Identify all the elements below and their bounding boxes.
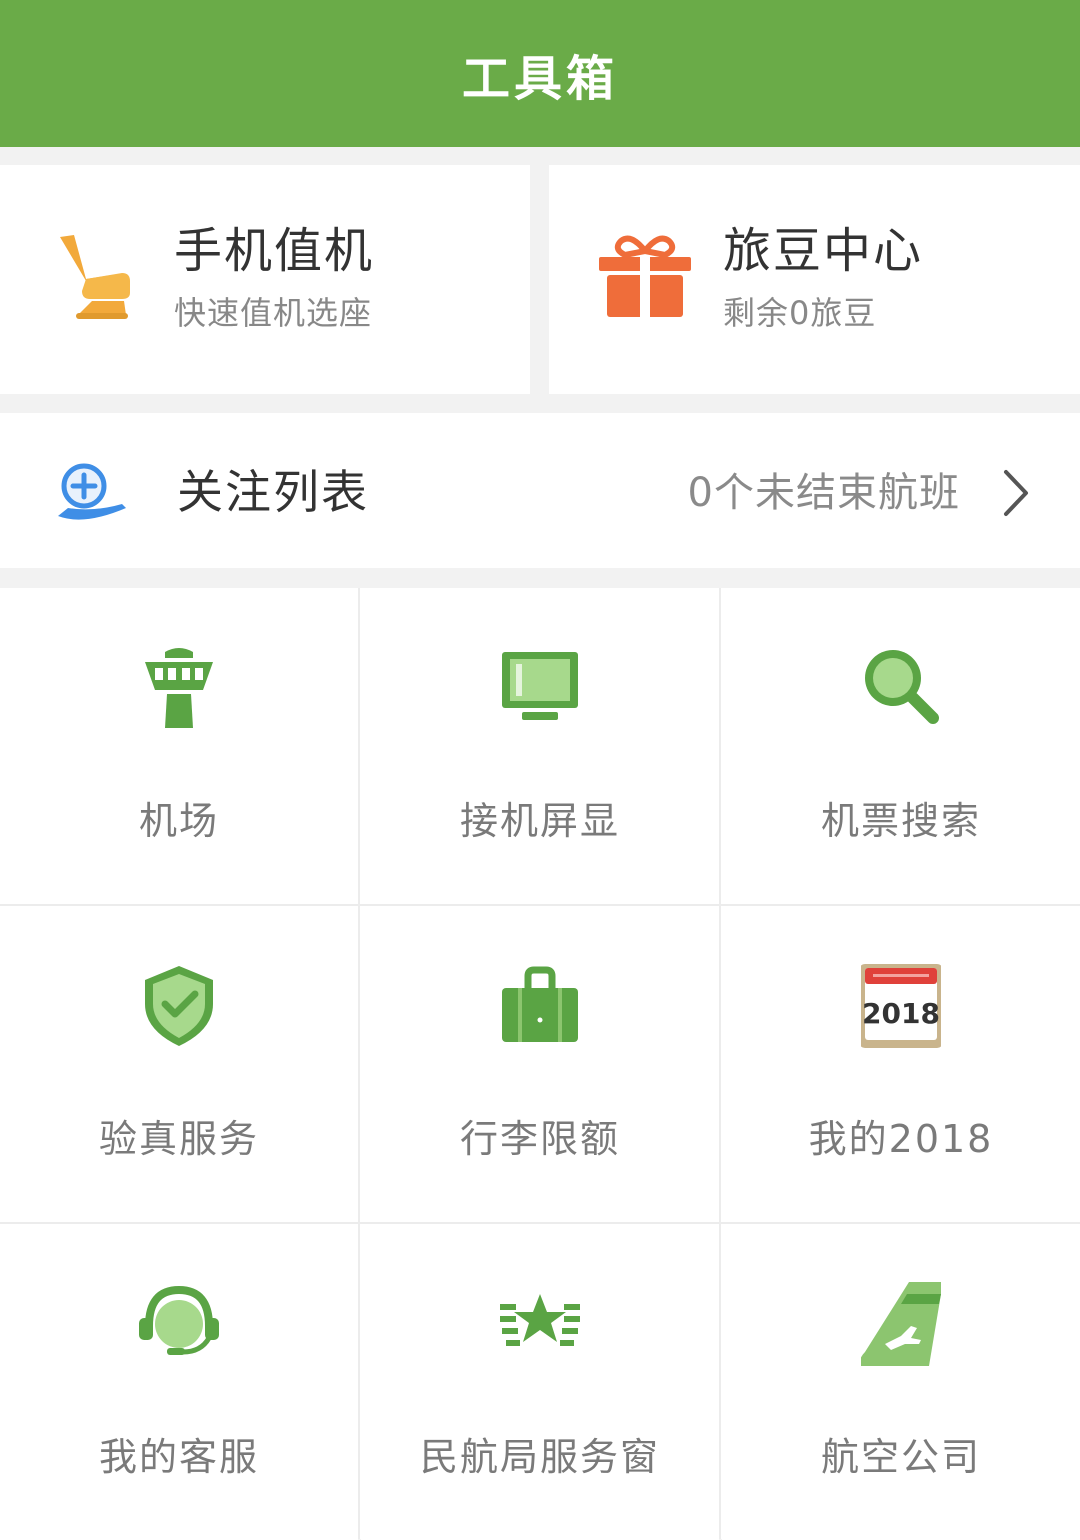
calendar-2018-icon: 2018 xyxy=(861,964,941,1048)
caac-emblem-icon xyxy=(500,1294,580,1346)
control-tower-icon xyxy=(145,648,213,728)
grid-item-verify[interactable]: 验真服务 xyxy=(0,906,358,1222)
checkin-subtitle: 快速值机选座 xyxy=(174,294,373,332)
grid-item-my-2018[interactable]: 2018 我的2018 xyxy=(722,906,1080,1222)
grid-item-label: 机票搜索 xyxy=(820,799,981,843)
grid-item-label: 我的客服 xyxy=(98,1435,259,1479)
grid-item-label: 机场 xyxy=(138,799,219,843)
beans-card[interactable]: 旅豆中心 剩余0旅豆 xyxy=(549,165,1080,394)
grid-divider xyxy=(358,588,360,1539)
seat-icon xyxy=(60,235,130,319)
grid-item-label: 民航局服务窗 xyxy=(419,1435,660,1479)
header-bar: 工具箱 xyxy=(0,0,1080,147)
beans-subtitle: 剩余0旅豆 xyxy=(723,294,877,332)
chevron-right-icon xyxy=(1004,470,1028,516)
grid-item-customer-service[interactable]: 我的客服 xyxy=(0,1224,358,1540)
grid-divider xyxy=(719,588,721,1539)
follow-plane-icon xyxy=(58,463,126,520)
calendar-year-text: 2018 xyxy=(862,997,940,1030)
grid-item-pickup-display[interactable]: 接机屏显 xyxy=(361,588,719,904)
grid-item-airlines[interactable]: 航空公司 xyxy=(722,1224,1080,1540)
airline-tail-icon xyxy=(861,1282,941,1366)
checkin-title: 手机值机 xyxy=(174,223,375,279)
monitor-icon xyxy=(502,652,578,720)
page-title: 工具箱 xyxy=(461,50,618,107)
grid-item-label: 我的2018 xyxy=(808,1117,994,1161)
follow-list-label: 关注列表 xyxy=(177,465,369,519)
grid-item-ticket-search[interactable]: 机票搜索 xyxy=(722,588,1080,904)
tools-grid: 机场 接机屏显 机票搜索 验真服务 行李限额 2018 我的2018 我的客服 … xyxy=(0,588,1080,1540)
grid-item-caac-window[interactable]: 民航局服务窗 xyxy=(361,1224,719,1540)
luggage-icon xyxy=(502,966,578,1042)
grid-item-airport[interactable]: 机场 xyxy=(0,588,358,904)
shield-check-icon xyxy=(145,966,213,1046)
grid-item-label: 行李限额 xyxy=(459,1117,620,1161)
beans-title: 旅豆中心 xyxy=(723,223,924,279)
follow-list-status: 0个未结束航班 xyxy=(687,470,960,516)
grid-item-label: 验真服务 xyxy=(98,1117,259,1161)
grid-item-label: 航空公司 xyxy=(820,1435,981,1479)
search-icon xyxy=(865,650,939,724)
grid-item-baggage[interactable]: 行李限额 xyxy=(361,906,719,1222)
checkin-card[interactable]: 手机值机 快速值机选座 xyxy=(0,165,530,394)
grid-item-label: 接机屏显 xyxy=(459,799,620,843)
headset-icon xyxy=(139,1285,219,1355)
gift-icon xyxy=(599,235,691,317)
